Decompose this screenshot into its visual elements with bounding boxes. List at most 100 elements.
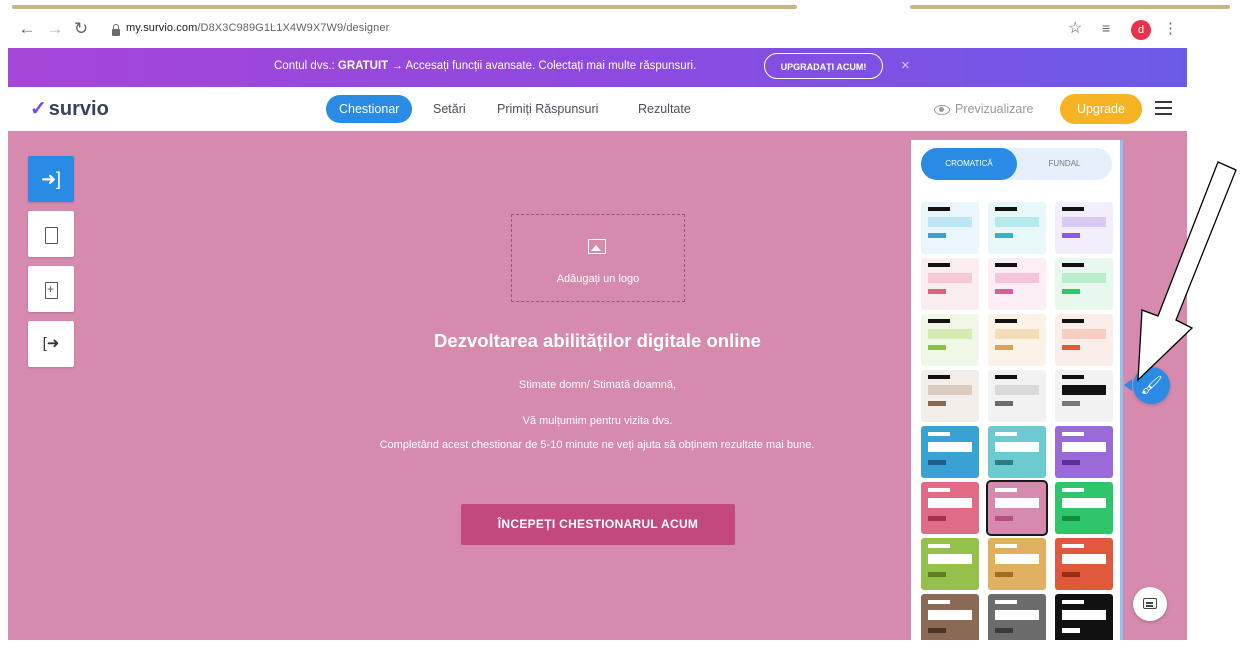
swatch-part — [1062, 460, 1080, 465]
theme-swatch[interactable] — [1055, 314, 1113, 366]
swatch-part — [1062, 488, 1084, 492]
theme-swatch[interactable] — [988, 538, 1046, 590]
swatch-part — [995, 488, 1017, 492]
swatch-part — [928, 610, 972, 620]
swatch-part — [928, 345, 946, 350]
theme-swatch[interactable] — [988, 370, 1046, 422]
theme-swatch[interactable] — [921, 482, 979, 534]
hamburger-menu-icon[interactable] — [1155, 101, 1172, 115]
theme-swatch[interactable] — [921, 594, 979, 640]
tab-primiti-raspunsuri[interactable]: Primiți Răspunsuri — [497, 95, 598, 123]
bookmark-star-icon[interactable]: ☆ — [1068, 18, 1082, 38]
page-icon[interactable] — [28, 211, 74, 257]
theme-swatch[interactable] — [921, 202, 979, 254]
swatch-part — [1062, 442, 1106, 452]
add-page-icon[interactable] — [28, 266, 74, 312]
swatch-part — [928, 554, 972, 564]
swatch-part — [928, 319, 950, 323]
theme-swatch[interactable] — [986, 480, 1048, 536]
swatch-part — [995, 233, 1013, 238]
theme-swatch[interactable] — [988, 258, 1046, 310]
url-host: my.survio.com — [126, 22, 198, 34]
browser-tab-strip — [0, 0, 1240, 10]
close-icon[interactable]: × — [901, 57, 910, 74]
tab-chestionar[interactable]: Chestionar — [326, 95, 413, 123]
preview-button[interactable]: Previzualizare — [934, 102, 1034, 116]
swatch-part — [1062, 544, 1084, 548]
browser-tab[interactable] — [910, 5, 1230, 9]
annotation-arrow — [1137, 161, 1237, 382]
swatch-part — [928, 432, 950, 436]
swatch-part — [995, 345, 1013, 350]
theme-swatch[interactable] — [921, 426, 979, 478]
start-survey-button[interactable]: ÎNCEPEȚI CHESTIONARUL ACUM — [461, 504, 735, 545]
theme-swatch[interactable] — [1055, 370, 1113, 422]
swatch-part — [1062, 207, 1084, 211]
survio-logo[interactable]: ✓ survio — [30, 96, 109, 121]
swatch-part — [995, 217, 1039, 227]
logo-upload-area[interactable]: Adăugați un logo — [511, 214, 685, 302]
swatch-part — [995, 498, 1039, 508]
address-bar[interactable]: my.survio.com/D8X3C989G1L1X4W9X7W9/desig… — [126, 22, 389, 34]
profile-avatar[interactable]: d — [1131, 20, 1151, 40]
chat-button[interactable] — [1133, 587, 1167, 621]
reading-list-icon[interactable]: ≡ — [1102, 20, 1110, 36]
tab-setari[interactable]: Setări — [433, 95, 466, 123]
swatch-part — [1062, 401, 1080, 406]
swatch-part — [928, 572, 946, 577]
theme-swatch[interactable] — [988, 594, 1046, 640]
swatch-part — [928, 628, 946, 633]
theme-swatch[interactable] — [921, 370, 979, 422]
app-header: ✓ survio Chestionar Setări Primiți Răspun… — [8, 87, 1187, 132]
theme-swatch[interactable] — [1055, 202, 1113, 254]
swatch-part — [928, 217, 972, 227]
swatch-part — [928, 329, 972, 339]
swatch-part — [1062, 554, 1106, 564]
theme-swatch[interactable] — [988, 426, 1046, 478]
theme-swatch[interactable] — [988, 314, 1046, 366]
browser-toolbar: ← → ↻ my.survio.com/D8X3C989G1L1X4W9X7W9… — [0, 12, 1190, 48]
theme-swatch[interactable] — [1055, 594, 1113, 640]
check-circle-icon: ✓ — [30, 98, 47, 120]
swatch-part — [1062, 610, 1106, 620]
promo-prefix: Contul dvs.: — [274, 60, 338, 72]
upgrade-button[interactable]: Upgrade — [1060, 94, 1142, 124]
theme-swatch[interactable] — [1055, 538, 1113, 590]
swatch-part — [1062, 600, 1084, 604]
survey-intro-line-2[interactable]: Completând acest chestionar de 5-10 minu… — [346, 435, 848, 456]
swatch-part — [928, 460, 946, 465]
swatch-part — [928, 516, 946, 521]
chat-icon — [1143, 598, 1157, 609]
promo-banner: Contul dvs.: GRATUIT → Accesați funcții … — [8, 48, 1187, 87]
sign-in-icon[interactable]: ➜] — [28, 156, 74, 202]
theme-swatch[interactable] — [1055, 258, 1113, 310]
theme-swatch[interactable] — [988, 202, 1046, 254]
swatch-part — [1062, 516, 1080, 521]
swatch-part — [995, 432, 1017, 436]
swatch-part — [995, 442, 1039, 452]
swatch-part — [995, 289, 1013, 294]
theme-swatch[interactable] — [921, 538, 979, 590]
logo-upload-label: Adăugați un logo — [556, 273, 640, 285]
theme-swatch[interactable] — [921, 314, 979, 366]
back-icon[interactable]: ← — [18, 18, 36, 40]
swatch-part — [928, 233, 946, 238]
swatch-part — [1062, 329, 1106, 339]
swatch-part — [1062, 263, 1084, 267]
promo-upgrade-button[interactable]: UPGRADAȚI ACUM! — [764, 53, 883, 79]
theme-swatch[interactable] — [1055, 482, 1113, 534]
promo-suffix: → Accesați funcții avansate. Colectați m… — [388, 60, 697, 72]
swatch-part — [928, 442, 972, 452]
tab-cromatica[interactable]: CROMATICĂ — [921, 148, 1017, 180]
eye-icon — [934, 104, 950, 115]
browser-menu-icon[interactable]: ⋮ — [1163, 19, 1178, 37]
theme-swatch[interactable] — [1055, 426, 1113, 478]
reload-icon[interactable]: ↻ — [72, 18, 90, 40]
lock-icon — [112, 24, 120, 36]
tab-fundal[interactable]: FUNDAL — [1017, 148, 1112, 180]
forward-icon[interactable]: → — [46, 18, 64, 40]
browser-tab[interactable] — [12, 5, 797, 9]
tab-rezultate[interactable]: Rezultate — [638, 95, 691, 123]
theme-swatch[interactable] — [921, 258, 979, 310]
swatch-part — [1062, 319, 1084, 323]
